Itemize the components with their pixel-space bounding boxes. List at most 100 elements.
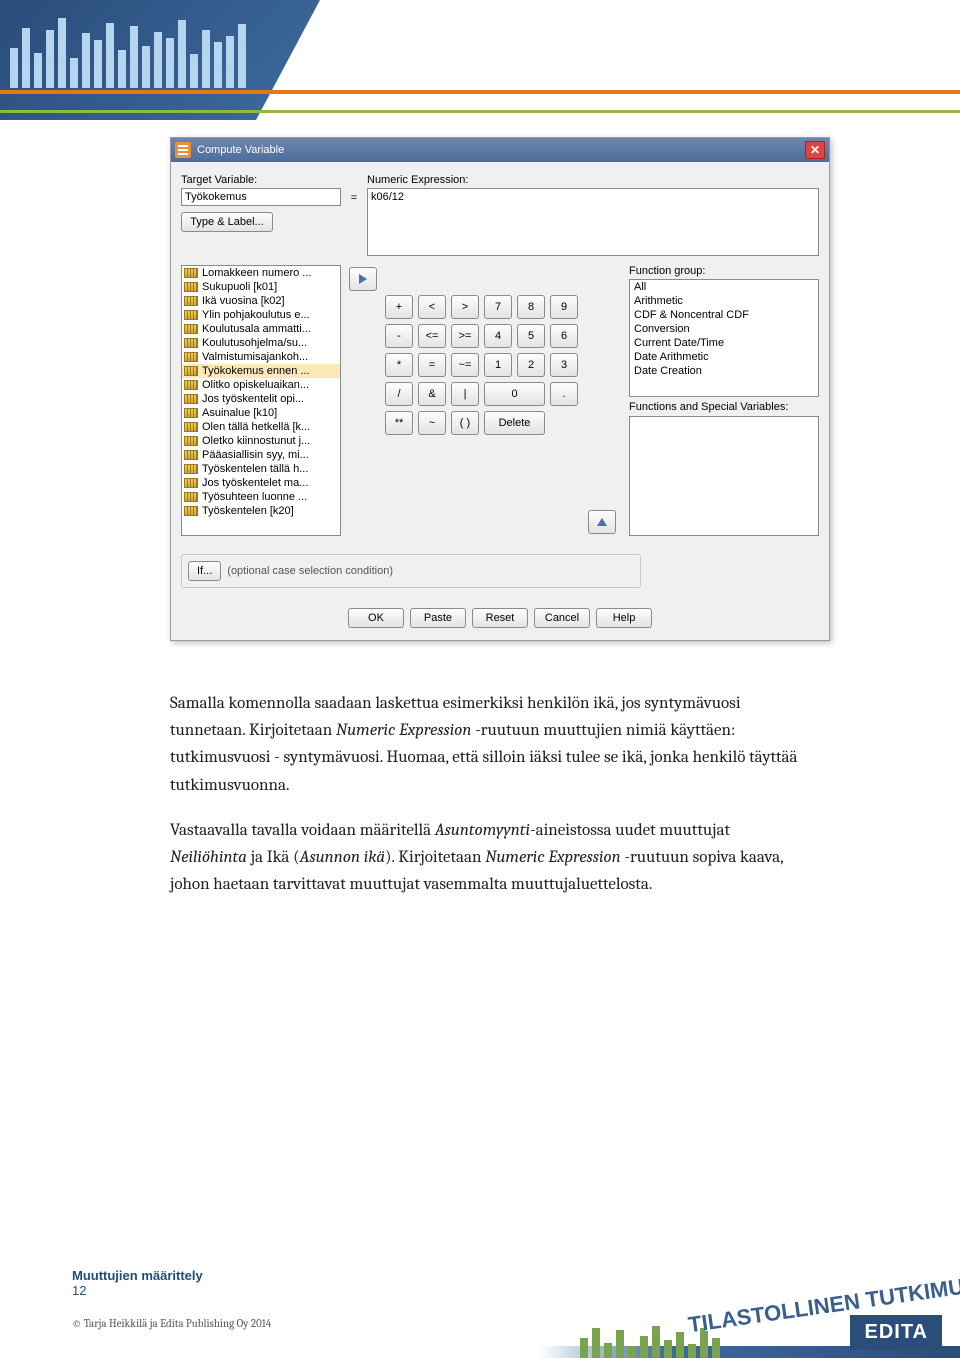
target-variable-input[interactable] bbox=[181, 188, 341, 206]
move-up-button[interactable] bbox=[588, 510, 616, 534]
ruler-icon bbox=[184, 492, 198, 502]
variable-list-item[interactable]: Olitko opiskeluaikan... bbox=[182, 378, 340, 392]
keypad-button[interactable]: . bbox=[550, 382, 578, 406]
function-group-item[interactable]: Date Creation bbox=[630, 364, 818, 378]
ruler-icon bbox=[184, 324, 198, 334]
type-and-label-button[interactable]: Type & Label... bbox=[181, 212, 273, 232]
keypad-button[interactable]: 5 bbox=[517, 324, 545, 348]
paragraph-1: Samalla komennolla saadaan laskettua esi… bbox=[170, 690, 810, 799]
variable-list-item[interactable]: Ylin pohjakoulutus e... bbox=[182, 308, 340, 322]
target-variable-label: Target Variable: bbox=[181, 174, 341, 186]
variable-item-label: Koulutusala ammatti... bbox=[202, 323, 311, 335]
function-group-item[interactable]: All bbox=[630, 280, 818, 294]
ruler-icon bbox=[184, 366, 198, 376]
variable-list-item[interactable]: Valmistumisajankoh... bbox=[182, 350, 340, 364]
variable-list-item[interactable]: Ikä vuosina [k02] bbox=[182, 294, 340, 308]
if-condition-text: (optional case selection condition) bbox=[227, 565, 393, 577]
keypad-button[interactable]: ( ) bbox=[451, 411, 479, 435]
variable-item-label: Asuinalue [k10] bbox=[202, 407, 277, 419]
keypad-button[interactable]: + bbox=[385, 295, 413, 319]
footer-right: TILASTOLLINEN TUTKIMUS EDITA bbox=[540, 1218, 960, 1358]
keypad-button[interactable]: < bbox=[418, 295, 446, 319]
if-condition-row: If... (optional case selection condition… bbox=[181, 554, 641, 588]
ruler-icon bbox=[184, 282, 198, 292]
variable-list-item[interactable]: Jos työskentelit opi... bbox=[182, 392, 340, 406]
variable-item-label: Työsuhteen luonne ... bbox=[202, 491, 307, 503]
variable-item-label: Olen tällä hetkellä [k... bbox=[202, 421, 310, 433]
variable-list-item[interactable]: Työsuhteen luonne ... bbox=[182, 490, 340, 504]
function-group-label: Function group: bbox=[629, 265, 819, 277]
help-button[interactable]: Help bbox=[596, 608, 652, 628]
variable-item-label: Sukupuoli [k01] bbox=[202, 281, 277, 293]
keypad-button[interactable]: & bbox=[418, 382, 446, 406]
keypad-button[interactable]: 2 bbox=[517, 353, 545, 377]
copyright-text: © Tarja Heikkilä ja Edita Publishing Oy … bbox=[72, 1317, 271, 1330]
function-group-item[interactable]: Current Date/Time bbox=[630, 336, 818, 350]
variable-item-label: Oletko kiinnostunut j... bbox=[202, 435, 310, 447]
keypad-button[interactable]: / bbox=[385, 382, 413, 406]
ruler-icon bbox=[184, 478, 198, 488]
page-number: 12 bbox=[72, 1283, 203, 1298]
keypad-button[interactable]: 4 bbox=[484, 324, 512, 348]
function-group-item[interactable]: CDF & Noncentral CDF bbox=[630, 308, 818, 322]
variable-list-item[interactable]: Työskentelen tällä h... bbox=[182, 462, 340, 476]
variable-list-item[interactable]: Jos työskentelet ma... bbox=[182, 476, 340, 490]
keypad-button[interactable]: 9 bbox=[550, 295, 578, 319]
cancel-button[interactable]: Cancel bbox=[534, 608, 590, 628]
variable-list-item[interactable]: Koulutusohjelma/su... bbox=[182, 336, 340, 350]
variable-list-item[interactable]: Lomakkeen numero ... bbox=[182, 266, 340, 280]
variable-item-label: Jos työskentelit opi... bbox=[202, 393, 304, 405]
spss-app-icon bbox=[175, 142, 191, 158]
variable-item-label: Työkokemus ennen ... bbox=[202, 365, 310, 377]
page-top-banner bbox=[0, 0, 960, 120]
ruler-icon bbox=[184, 464, 198, 474]
variable-item-label: Jos työskentelet ma... bbox=[202, 477, 308, 489]
variable-list-item[interactable]: Asuinalue [k10] bbox=[182, 406, 340, 420]
variable-list-item[interactable]: Työskentelen [k20] bbox=[182, 504, 340, 518]
variable-list-item[interactable]: Sukupuoli [k01] bbox=[182, 280, 340, 294]
ruler-icon bbox=[184, 296, 198, 306]
keypad-button[interactable]: <= bbox=[418, 324, 446, 348]
keypad-button[interactable]: 1 bbox=[484, 353, 512, 377]
keypad-button[interactable]: * bbox=[385, 353, 413, 377]
ok-button[interactable]: OK bbox=[348, 608, 404, 628]
reset-button[interactable]: Reset bbox=[472, 608, 528, 628]
keypad-button[interactable]: 3 bbox=[550, 353, 578, 377]
if-button[interactable]: If... bbox=[188, 561, 221, 581]
keypad-button[interactable]: 8 bbox=[517, 295, 545, 319]
functions-special-vars-list[interactable] bbox=[629, 416, 819, 536]
ruler-icon bbox=[184, 380, 198, 390]
variable-list-item[interactable]: Pääasiallisin syy, mi... bbox=[182, 448, 340, 462]
close-button[interactable]: ✕ bbox=[805, 141, 825, 159]
function-group-list[interactable]: AllArithmeticCDF & Noncentral CDFConvers… bbox=[629, 279, 819, 397]
keypad-button[interactable]: >= bbox=[451, 324, 479, 348]
variable-list-item[interactable]: Olen tällä hetkellä [k... bbox=[182, 420, 340, 434]
calculator-keypad: +<>789 -<=>=456 *=~=123 /&|0. **~( )Dele… bbox=[385, 295, 578, 536]
keypad-button[interactable]: ~= bbox=[451, 353, 479, 377]
numeric-expression-input[interactable] bbox=[367, 188, 819, 256]
keypad-button[interactable]: ** bbox=[385, 411, 413, 435]
variable-item-label: Ikä vuosina [k02] bbox=[202, 295, 285, 307]
functions-special-vars-label: Functions and Special Variables: bbox=[629, 401, 819, 413]
move-to-expression-button[interactable] bbox=[349, 267, 377, 291]
ruler-icon bbox=[184, 408, 198, 418]
keypad-button[interactable]: 0 bbox=[484, 382, 545, 406]
keypad-button[interactable]: - bbox=[385, 324, 413, 348]
dialog-title: Compute Variable bbox=[197, 144, 284, 156]
keypad-button[interactable]: 6 bbox=[550, 324, 578, 348]
function-group-item[interactable]: Date Arithmetic bbox=[630, 350, 818, 364]
keypad-button[interactable]: > bbox=[451, 295, 479, 319]
keypad-button[interactable]: | bbox=[451, 382, 479, 406]
keypad-button[interactable]: 7 bbox=[484, 295, 512, 319]
variable-list-item[interactable]: Koulutusala ammatti... bbox=[182, 322, 340, 336]
paste-button[interactable]: Paste bbox=[410, 608, 466, 628]
variable-list-item[interactable]: Oletko kiinnostunut j... bbox=[182, 434, 340, 448]
variable-list-item[interactable]: Työkokemus ennen ... bbox=[182, 364, 340, 378]
delete-button[interactable]: Delete bbox=[484, 411, 545, 435]
keypad-button[interactable]: = bbox=[418, 353, 446, 377]
keypad-button[interactable]: ~ bbox=[418, 411, 446, 435]
function-group-item[interactable]: Arithmetic bbox=[630, 294, 818, 308]
variable-list[interactable]: Lomakkeen numero ...Sukupuoli [k01] Ikä v… bbox=[181, 265, 341, 536]
ruler-icon bbox=[184, 436, 198, 446]
function-group-item[interactable]: Conversion bbox=[630, 322, 818, 336]
